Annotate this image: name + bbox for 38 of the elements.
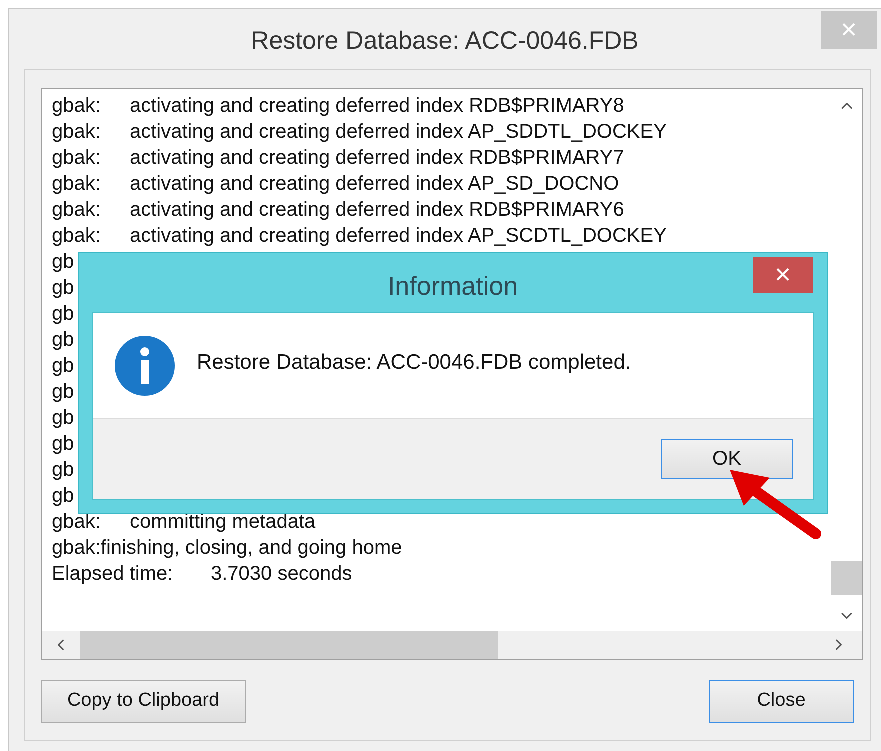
log-prefix: Elapsed time: [52,562,174,587]
log-prefix: gbak: [52,172,102,197]
dialog-title: Information [388,270,518,303]
log-text: gb [52,406,74,431]
log-text: gb [52,484,74,509]
ok-button[interactable]: OK [661,439,793,479]
log-text: gb [52,380,74,405]
horizontal-scrollbar[interactable] [42,631,862,659]
log-text: gb [52,354,74,379]
close-button[interactable]: × [753,257,813,293]
log-prefix: gbak: [52,510,102,535]
log-text: gb [52,328,74,353]
log-text: gb [52,250,74,275]
log-text: activating and creating deferred index RDB$PRIMARY7 [130,146,624,171]
log-text: activating and creating deferred index RDB$PRIMARY8 [130,94,624,119]
log-text: gbak:finishing, closing, and going home [52,536,402,561]
scrollbar-thumb[interactable] [80,631,498,659]
log-text: 3.7030 seconds [211,562,352,587]
log-text: activating and creating deferred index AP_SD_DOCNO [130,172,620,197]
dialog-button[interactable]: Close [709,680,854,723]
log-text: gb [52,432,74,457]
info-icon [115,336,175,396]
window-title: Restore Database: ACC-0046.FDB [251,26,639,57]
log-prefix: gbak: [52,224,102,249]
dialog-button[interactable]: Copy to Clipboard [41,680,246,723]
log-text: activating and creating deferred index RDB$PRIMARY6 [130,198,624,223]
log-prefix: gbak: [52,146,102,171]
message-text: Restore Database: ACC-0046.FDB completed. [197,350,632,376]
log-text: gb [52,302,74,327]
scrollbar-thumb[interactable] [831,561,862,595]
log-text: activating and creating deferred index AP_SCDTL_DOCKEY [130,224,667,249]
log-text: activating and creating deferred index AP_SDDTL_DOCKEY [130,120,667,145]
log-text: gb [52,276,74,301]
log-prefix: gbak: [52,198,102,223]
log-prefix: gbak: [52,94,102,119]
log-prefix: gbak: [52,120,102,145]
log-text: committing metadata [130,510,316,535]
log-text: gb [52,458,74,483]
